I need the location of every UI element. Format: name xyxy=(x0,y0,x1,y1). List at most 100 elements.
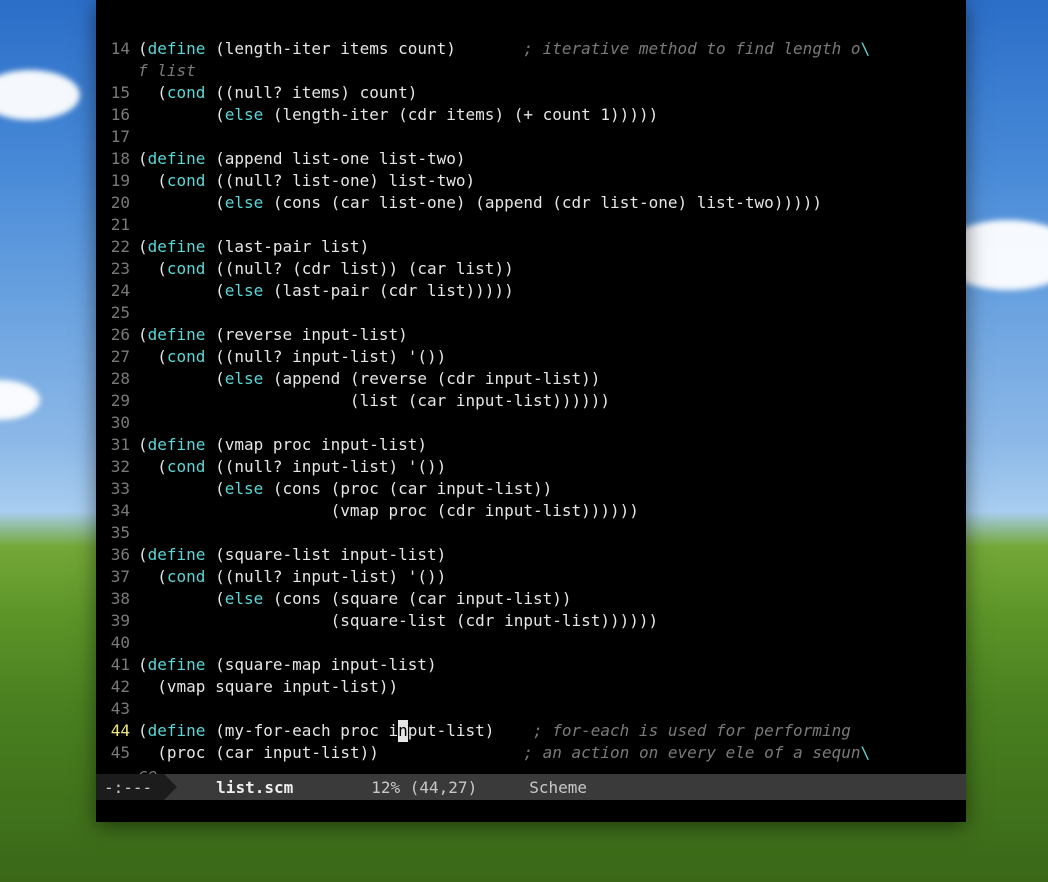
code-text xyxy=(138,412,960,434)
code-text: (else (cons (square (car input-list)) xyxy=(138,588,960,610)
modeline-position: 12% (44,27) xyxy=(371,778,477,797)
code-text: (else (cons (proc (car input-list)) xyxy=(138,478,960,500)
code-text: (else (last-pair (cdr list))))) xyxy=(138,280,960,302)
line-number: 26 xyxy=(104,324,138,346)
code-line[interactable]: 30 xyxy=(104,412,960,434)
line-number: 44 xyxy=(104,720,138,742)
code-line[interactable]: 38 (else (cons (square (car input-list)) xyxy=(104,588,960,610)
code-text: (else (cons (car list-one) (append (cdr … xyxy=(138,192,960,214)
code-line[interactable]: 29 (list (car input-list)))))) xyxy=(104,390,960,412)
code-text: (cond ((null? items) count) xyxy=(138,82,960,104)
code-text: (define (last-pair list) xyxy=(138,236,960,258)
code-line[interactable]: 18(define (append list-one list-two) xyxy=(104,148,960,170)
modeline-status: -:--- xyxy=(96,774,164,800)
modeline-mode: Scheme xyxy=(529,778,587,797)
code-text: (cond ((null? input-list) '()) xyxy=(138,566,960,588)
line-number: 27 xyxy=(104,346,138,368)
code-text: (cond ((null? (cdr list)) (car list)) xyxy=(138,258,960,280)
code-line[interactable]: 36(define (square-list input-list) xyxy=(104,544,960,566)
code-text xyxy=(138,302,960,324)
code-line[interactable]: 41(define (square-map input-list) xyxy=(104,654,960,676)
code-text: (list (car input-list)))))) xyxy=(138,390,960,412)
line-number: 28 xyxy=(104,368,138,390)
code-text xyxy=(138,632,960,654)
code-line[interactable]: 44(define (my-for-each proc input-list) … xyxy=(104,720,960,742)
line-number: 31 xyxy=(104,434,138,456)
code-wrap-line[interactable]: f list xyxy=(104,60,960,82)
code-line[interactable]: 35 xyxy=(104,522,960,544)
code-text: (cond ((null? input-list) '()) xyxy=(138,456,960,478)
code-text: (cond ((null? input-list) '()) xyxy=(138,346,960,368)
code-line[interactable]: 31(define (vmap proc input-list) xyxy=(104,434,960,456)
code-line[interactable]: 27 (cond ((null? input-list) '()) xyxy=(104,346,960,368)
modeline-filename: list.scm xyxy=(216,778,293,797)
line-number: 45 xyxy=(104,742,138,764)
code-text: (define (my-for-each proc input-list) ; … xyxy=(138,720,960,742)
code-line[interactable]: 28 (else (append (reverse (cdr input-lis… xyxy=(104,368,960,390)
code-line[interactable]: 19 (cond ((null? list-one) list-two) xyxy=(104,170,960,192)
code-line[interactable]: 42 (vmap square input-list)) xyxy=(104,676,960,698)
code-line[interactable]: 32 (cond ((null? input-list) '()) xyxy=(104,456,960,478)
code-wrap-line[interactable]: ce xyxy=(104,764,960,774)
code-text: (square-list (cdr input-list)))))) xyxy=(138,610,960,632)
modeline: -:--- list.scm 12% (44,27) Scheme xyxy=(96,774,966,800)
code-line[interactable]: 37 (cond ((null? input-list) '()) xyxy=(104,566,960,588)
code-text: (else (length-iter (cdr items) (+ count … xyxy=(138,104,960,126)
line-number: 39 xyxy=(104,610,138,632)
code-text: (define (reverse input-list) xyxy=(138,324,960,346)
code-line[interactable]: 16 (else (length-iter (cdr items) (+ cou… xyxy=(104,104,960,126)
line-number: 41 xyxy=(104,654,138,676)
code-line[interactable]: 23 (cond ((null? (cdr list)) (car list)) xyxy=(104,258,960,280)
code-line[interactable]: 26(define (reverse input-list) xyxy=(104,324,960,346)
line-number: 25 xyxy=(104,302,138,324)
code-line[interactable]: 24 (else (last-pair (cdr list))))) xyxy=(104,280,960,302)
line-number: 18 xyxy=(104,148,138,170)
line-number: 42 xyxy=(104,676,138,698)
line-number: 35 xyxy=(104,522,138,544)
code-line[interactable]: 20 (else (cons (car list-one) (append (c… xyxy=(104,192,960,214)
line-number: 37 xyxy=(104,566,138,588)
code-text: (define (append list-one list-two) xyxy=(138,148,960,170)
code-line[interactable]: 40 xyxy=(104,632,960,654)
code-line[interactable]: 25 xyxy=(104,302,960,324)
line-number: 17 xyxy=(104,126,138,148)
emacs-window: 14(define (length-iter items count) ; it… xyxy=(96,0,966,822)
line-number: 20 xyxy=(104,192,138,214)
code-text: (proc (car input-list)) ; an action on e… xyxy=(138,742,960,764)
code-line[interactable]: 22(define (last-pair list) xyxy=(104,236,960,258)
line-number: 30 xyxy=(104,412,138,434)
code-line[interactable]: 43 xyxy=(104,698,960,720)
line-number: 38 xyxy=(104,588,138,610)
code-text xyxy=(138,522,960,544)
code-line[interactable]: 39 (square-list (cdr input-list)))))) xyxy=(104,610,960,632)
code-text xyxy=(138,214,960,236)
line-number: 16 xyxy=(104,104,138,126)
code-buffer[interactable]: 14(define (length-iter items count) ; it… xyxy=(96,0,966,774)
code-line[interactable]: 15 (cond ((null? items) count) xyxy=(104,82,960,104)
line-number: 32 xyxy=(104,456,138,478)
line-number: 36 xyxy=(104,544,138,566)
code-line[interactable]: 14(define (length-iter items count) ; it… xyxy=(104,38,960,60)
code-text: (else (append (reverse (cdr input-list)) xyxy=(138,368,960,390)
line-number: 21 xyxy=(104,214,138,236)
line-number: 33 xyxy=(104,478,138,500)
code-text xyxy=(138,698,960,720)
code-text: (vmap square input-list)) xyxy=(138,676,960,698)
code-text: (define (vmap proc input-list) xyxy=(138,434,960,456)
line-number: 29 xyxy=(104,390,138,412)
code-line[interactable]: 34 (vmap proc (cdr input-list)))))) xyxy=(104,500,960,522)
code-line[interactable]: 21 xyxy=(104,214,960,236)
line-number: 19 xyxy=(104,170,138,192)
code-text xyxy=(138,126,960,148)
minibuffer[interactable] xyxy=(96,800,966,822)
code-text: (define (square-map input-list) xyxy=(138,654,960,676)
code-line[interactable]: 17 xyxy=(104,126,960,148)
code-text: (cond ((null? list-one) list-two) xyxy=(138,170,960,192)
code-line[interactable]: 33 (else (cons (proc (car input-list)) xyxy=(104,478,960,500)
line-number: 15 xyxy=(104,82,138,104)
code-text: (define (square-list input-list) xyxy=(138,544,960,566)
code-line[interactable]: 45 (proc (car input-list)) ; an action o… xyxy=(104,742,960,764)
code-text: (define (length-iter items count) ; iter… xyxy=(138,38,960,60)
line-number: 43 xyxy=(104,698,138,720)
line-number: 14 xyxy=(104,38,138,60)
